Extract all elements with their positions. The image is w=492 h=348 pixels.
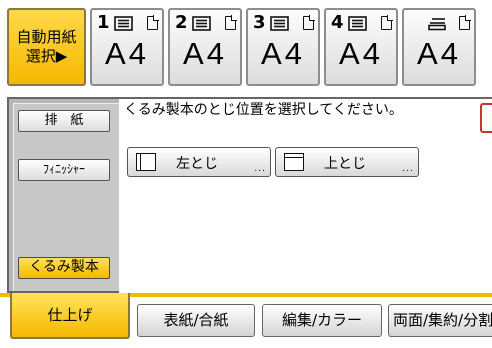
tray-paper-size: A4: [105, 36, 149, 71]
paper-orientation-icon: [303, 15, 315, 30]
function-tab-bar: 仕上げ 表紙/合紙 編集/カラー 両面/集約/分割: [0, 293, 492, 348]
paper-stack-icon: [192, 16, 211, 31]
tray-paper-size: A4: [183, 36, 227, 71]
top-binding-button[interactable]: 上とじ ...: [275, 147, 419, 177]
tray-2-button[interactable]: 2 A4: [168, 8, 242, 86]
tray-paper-size: A4: [417, 36, 461, 71]
booklet-binding-button[interactable]: くるみ製本: [18, 257, 110, 279]
left-binding-icon: [136, 153, 156, 171]
tab-finishing[interactable]: 仕上げ: [10, 293, 130, 339]
instruction-text: くるみ製本のとじ位置を選択してください。: [124, 102, 403, 118]
tray-number: 3: [253, 12, 266, 33]
auto-paper-select-label-1: 自動用紙: [16, 28, 77, 46]
tab-duplex-combine[interactable]: 両面/集約/分割: [388, 304, 492, 337]
paper-stack-icon: [114, 16, 133, 31]
paper-orientation-icon: [147, 15, 159, 30]
top-binding-icon: [284, 153, 304, 171]
tray-selection-bar: 自動用紙 選択▶ 1 A4 2 A4 3 A4 4 A4 A4: [0, 0, 492, 92]
finisher-button[interactable]: ﾌｨﾆｯｼｬｰ: [18, 159, 110, 181]
finishing-side-menu: 排 紙 ﾌｨﾆｯｼｬｰ くるみ製本: [7, 97, 119, 293]
tray-4-button[interactable]: 4 A4: [324, 8, 398, 86]
tray-1-button[interactable]: 1 A4: [90, 8, 164, 86]
tray-paper-size: A4: [339, 36, 383, 71]
tray-paper-size: A4: [261, 36, 305, 71]
left-binding-label: 左とじ: [176, 156, 218, 172]
tray-number: 1: [97, 12, 110, 33]
auto-paper-select-button[interactable]: 自動用紙 選択▶: [7, 8, 86, 86]
paper-orientation-icon: [459, 15, 471, 30]
auto-paper-select-label-2: 選択▶: [25, 47, 68, 65]
tray-3-button[interactable]: 3 A4: [246, 8, 320, 86]
bypass-tray-icon: [428, 18, 446, 31]
tab-cover-slip-sheet[interactable]: 表紙/合紙: [137, 304, 255, 337]
left-binding-button[interactable]: 左とじ ...: [127, 147, 271, 177]
booklet-settings-panel: くるみ製本のとじ位置を選択してください。 左とじ ... 上とじ ...: [119, 97, 492, 293]
red-tab-edge: [480, 103, 492, 133]
bypass-tray-button[interactable]: A4: [402, 8, 476, 86]
paper-stack-icon: [270, 16, 289, 31]
output-tray-button[interactable]: 排 紙: [18, 110, 110, 132]
more-indicator: ...: [402, 164, 414, 174]
more-indicator: ...: [254, 164, 266, 174]
tray-number: 2: [175, 12, 188, 33]
tray-number: 4: [331, 12, 344, 33]
paper-orientation-icon: [381, 15, 393, 30]
paper-orientation-icon: [225, 15, 237, 30]
tab-edit-color[interactable]: 編集/カラー: [262, 304, 382, 337]
top-binding-label: 上とじ: [324, 156, 366, 172]
paper-stack-icon: [348, 16, 367, 31]
